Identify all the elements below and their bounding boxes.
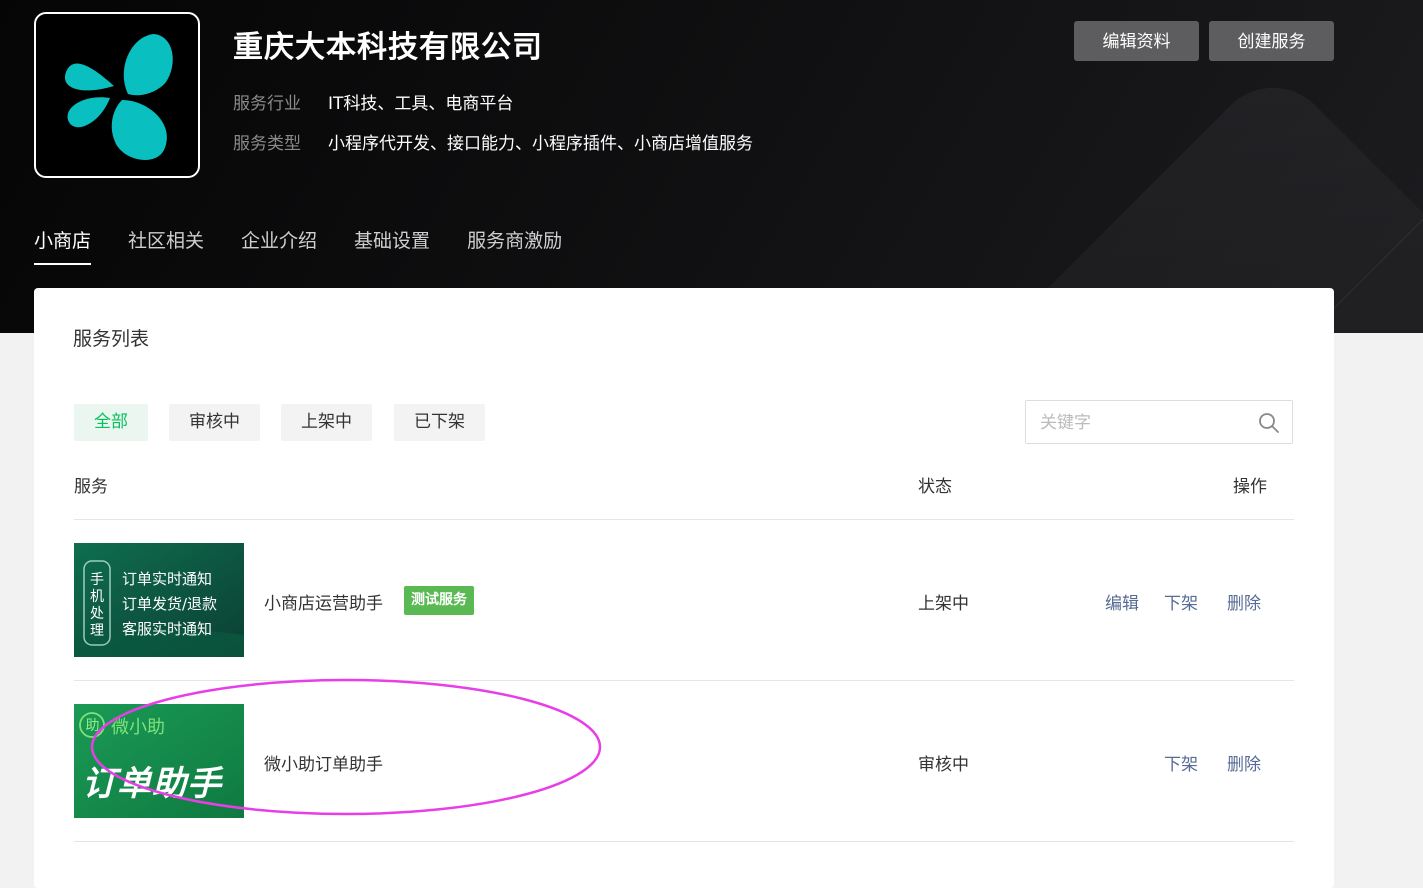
profile-header: 重庆大本科技有限公司 服务行业 IT科技、工具、电商平台 服务类型 小程序代开发、接… xyxy=(0,0,1423,333)
edit-link[interactable]: 编辑 xyxy=(1105,589,1139,614)
search-box xyxy=(1025,400,1293,444)
service-type-value: 小程序代开发、接口能力、小程序插件、小商店增值服务 xyxy=(328,134,753,154)
tab-mini-store[interactable]: 小商店 xyxy=(34,226,92,265)
service-type-row: 服务类型 小程序代开发、接口能力、小程序插件、小商店增值服务 xyxy=(233,129,753,154)
filter-all[interactable]: 全部 xyxy=(74,404,148,441)
create-service-button[interactable]: 创建服务 xyxy=(1209,21,1334,61)
service-name[interactable]: 小商店运营助手 xyxy=(264,589,383,614)
delete-link[interactable]: 删除 xyxy=(1227,589,1261,614)
row-divider xyxy=(74,841,1294,842)
tab-basic-settings[interactable]: 基础设置 xyxy=(354,226,430,265)
thumb-side-char: 处 xyxy=(90,606,104,622)
thumb-line: 订单发货/退款 xyxy=(122,595,218,613)
delist-link[interactable]: 下架 xyxy=(1164,589,1198,614)
column-service: 服务 xyxy=(74,477,108,497)
thumb-side-char: 机 xyxy=(90,589,104,605)
tab-community[interactable]: 社区相关 xyxy=(128,226,204,265)
test-service-badge: 测试服务 xyxy=(404,586,474,615)
thumb-feature-list: 订单实时通知 订单发货/退款 客服实时通知 xyxy=(122,567,217,642)
tab-provider-incentive[interactable]: 服务商激励 xyxy=(467,226,562,265)
industry-value: IT科技、工具、电商平台 xyxy=(328,94,514,114)
panel-title: 服务列表 xyxy=(73,328,150,350)
thumb-line: 客服实时通知 xyxy=(122,620,213,638)
delist-link[interactable]: 下架 xyxy=(1164,750,1198,775)
petal-logo-icon xyxy=(64,34,173,161)
service-type-label: 服务类型 xyxy=(233,134,301,154)
service-status: 上架中 xyxy=(918,594,969,614)
annotation-ellipse xyxy=(90,678,602,816)
filter-delisted[interactable]: 已下架 xyxy=(394,404,485,441)
delete-link[interactable]: 删除 xyxy=(1227,750,1261,775)
search-input[interactable] xyxy=(1038,411,1252,435)
thumb-line: 订单实时通知 xyxy=(122,570,213,588)
thumb-side-char: 手 xyxy=(90,572,104,588)
edit-profile-button[interactable]: 编辑资料 xyxy=(1074,21,1199,61)
industry-row: 服务行业 IT科技、工具、电商平台 xyxy=(233,89,513,114)
column-actions: 操作 xyxy=(1233,477,1267,497)
filter-listed[interactable]: 上架中 xyxy=(281,404,372,441)
company-name: 重庆大本科技有限公司 xyxy=(233,30,543,65)
search-icon[interactable] xyxy=(1258,412,1280,438)
column-status: 状态 xyxy=(918,477,952,497)
service-status: 审核中 xyxy=(918,755,969,775)
service-thumbnail: 手 机 处 理 订单实时通知 订单发货/退款 客服实时通知 xyxy=(74,543,244,657)
thumb-side-label: 手 机 处 理 xyxy=(89,572,105,640)
filter-under-review[interactable]: 审核中 xyxy=(169,404,260,441)
main-tabs: 小商店 社区相关 企业介绍 基础设置 服务商激励 xyxy=(34,226,599,265)
company-logo xyxy=(34,12,200,178)
tab-company-intro[interactable]: 企业介绍 xyxy=(241,226,317,265)
header-divider xyxy=(74,519,1294,520)
thumb-side-char: 理 xyxy=(90,623,104,639)
industry-label: 服务行业 xyxy=(233,94,301,114)
